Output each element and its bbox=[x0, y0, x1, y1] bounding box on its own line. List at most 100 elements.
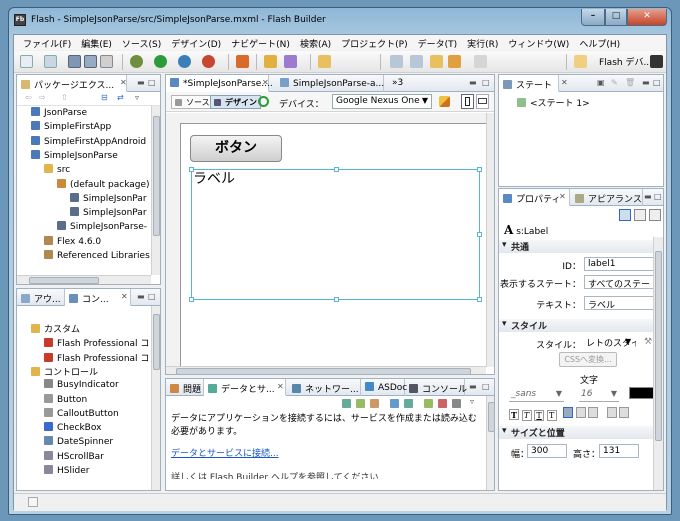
back-icon[interactable] bbox=[448, 55, 461, 68]
alpha-view-icon[interactable] bbox=[649, 209, 661, 221]
menu-item-8[interactable]: 実行(R) bbox=[462, 35, 503, 50]
view-menu-icon[interactable]: ▿ bbox=[135, 93, 139, 102]
wand-icon[interactable] bbox=[284, 55, 297, 68]
minimize-view-icon[interactable]: ▬ bbox=[644, 192, 652, 201]
menu-item-6[interactable]: プロジェクト(P) bbox=[336, 35, 412, 50]
tree-item[interactable]: DateSpinner bbox=[44, 436, 113, 450]
canvas-horizontal-scrollbar[interactable] bbox=[166, 366, 486, 374]
refresh-service-icon[interactable] bbox=[356, 399, 365, 408]
id-field[interactable]: label1 bbox=[584, 257, 654, 271]
connect-service-icon[interactable] bbox=[342, 399, 351, 408]
maximize-view-icon[interactable]: □ bbox=[148, 78, 156, 87]
new-dropdown-icon[interactable] bbox=[44, 55, 57, 68]
section-common[interactable]: ▾ 共通 bbox=[499, 240, 663, 253]
tree-item[interactable]: HScrollBar bbox=[44, 450, 104, 465]
section-size-position[interactable]: ▾ サイズと位置 bbox=[499, 426, 663, 439]
landscape-icon[interactable] bbox=[476, 94, 489, 109]
view-menu-icon[interactable]: ▿ bbox=[470, 397, 474, 406]
tree-item[interactable]: CalloutButton bbox=[44, 407, 119, 422]
width-field[interactable]: 300 bbox=[527, 444, 567, 458]
tab-data-services[interactable]: データとサ... bbox=[204, 379, 286, 396]
design-mode-button[interactable]: デザイン bbox=[210, 95, 261, 109]
close-tab-icon[interactable]: ✕ bbox=[121, 292, 128, 301]
tree-item[interactable]: SimpleJsonPar bbox=[70, 192, 147, 207]
manage-fiber-icon[interactable] bbox=[404, 399, 413, 408]
refresh-icon[interactable] bbox=[258, 96, 269, 107]
tab-asdoc[interactable]: ASDoc bbox=[361, 379, 407, 396]
state-field[interactable]: すべてのステート bbox=[584, 275, 654, 289]
external-tools-icon[interactable] bbox=[202, 55, 215, 68]
prev-annotation-icon[interactable] bbox=[410, 55, 423, 68]
leading-icon[interactable] bbox=[619, 407, 630, 418]
menu-item-7[interactable]: データ(T) bbox=[413, 35, 463, 50]
maximize-view-icon[interactable]: □ bbox=[653, 78, 661, 87]
align-center-icon[interactable] bbox=[575, 407, 586, 418]
tree-item[interactable]: BusyIndicator bbox=[44, 379, 119, 393]
last-edit-icon[interactable] bbox=[430, 55, 443, 68]
link-editor-icon[interactable]: ⇄ bbox=[117, 93, 124, 102]
close-tab-icon[interactable]: ✕ bbox=[277, 382, 284, 391]
new-icon[interactable] bbox=[20, 55, 33, 68]
perspective-flash-debug[interactable]: Flash デバ... bbox=[596, 54, 655, 69]
tree-item[interactable]: Flash Professional コ bbox=[44, 351, 149, 365]
save-all-icon[interactable] bbox=[84, 55, 97, 68]
filter-icon[interactable] bbox=[452, 399, 461, 408]
tree-item[interactable]: コントロール bbox=[31, 365, 98, 379]
tab-overflow[interactable]: »3 bbox=[388, 75, 414, 92]
tab-network-monitor[interactable]: ネットワー... bbox=[288, 379, 361, 396]
minimize-view-icon[interactable]: ▬ bbox=[137, 292, 145, 301]
height-field[interactable]: 131 bbox=[599, 444, 639, 458]
tab-package-explorer[interactable]: パッケージエクス... bbox=[17, 75, 127, 92]
tree-item[interactable]: CheckBox bbox=[44, 422, 101, 436]
chevron-down-icon[interactable]: ▼ bbox=[625, 337, 631, 346]
profile-icon[interactable] bbox=[178, 55, 191, 68]
tab-problems[interactable]: 問題 bbox=[166, 379, 204, 396]
tree-item[interactable]: Flex 4.6.0 bbox=[44, 235, 101, 250]
font-size-select[interactable]: 16 ▼ bbox=[579, 388, 619, 402]
align-justify-icon[interactable] bbox=[606, 407, 617, 418]
edit-state-icon[interactable]: ✎ bbox=[611, 78, 618, 87]
tree-item[interactable]: src bbox=[44, 164, 70, 178]
bold-icon[interactable]: T bbox=[509, 409, 519, 420]
package-horizontal-scrollbar[interactable] bbox=[17, 275, 151, 284]
close-tab-icon[interactable]: ✕ bbox=[559, 192, 566, 201]
portrait-icon[interactable] bbox=[461, 94, 474, 109]
flash-perspective-icon[interactable] bbox=[650, 55, 663, 68]
tree-item[interactable]: SimpleJsonParse- bbox=[57, 221, 147, 235]
close-tab-icon[interactable]: ✕ bbox=[561, 78, 568, 87]
minimize-button[interactable]: – bbox=[581, 9, 605, 26]
source-mode-button[interactable]: ソース bbox=[171, 95, 214, 109]
standard-view-icon[interactable] bbox=[619, 209, 631, 221]
minimize-view-icon[interactable]: ▬ bbox=[137, 78, 145, 87]
configure-types-icon[interactable] bbox=[370, 399, 379, 408]
open-type-icon[interactable] bbox=[264, 55, 277, 68]
minimize-view-icon[interactable]: ▬ bbox=[469, 78, 477, 87]
package-vertical-scrollbar[interactable] bbox=[151, 106, 160, 275]
tree-item[interactable]: SimpleJsonPar bbox=[70, 207, 147, 221]
align-left-icon[interactable] bbox=[563, 407, 574, 418]
maximize-view-icon[interactable]: □ bbox=[148, 292, 156, 301]
save-icon[interactable] bbox=[68, 55, 81, 68]
convert-css-button[interactable]: CSSへ変換... bbox=[559, 352, 617, 367]
tree-item[interactable]: Button bbox=[44, 393, 87, 408]
section-style[interactable]: ▾ スタイル bbox=[499, 319, 663, 332]
open-perspective-icon[interactable] bbox=[574, 55, 587, 68]
device-select[interactable]: Google Nexus One ▼ bbox=[332, 94, 432, 109]
menu-item-1[interactable]: 編集(E) bbox=[76, 35, 117, 50]
menu-item-3[interactable]: デザイン(D) bbox=[166, 35, 226, 50]
forward-icon[interactable]: ⇨ bbox=[39, 93, 46, 102]
components-vertical-scrollbar[interactable] bbox=[151, 306, 160, 490]
print-icon[interactable] bbox=[100, 55, 113, 68]
underline-icon[interactable]: T bbox=[534, 410, 545, 421]
strike-icon[interactable]: T bbox=[546, 410, 557, 421]
generate-form-icon[interactable] bbox=[390, 399, 399, 408]
collapse-all-icon[interactable]: ⊟ bbox=[101, 93, 108, 102]
canvas-vertical-scrollbar[interactable] bbox=[486, 113, 494, 367]
tree-item[interactable]: Referenced Libraries bbox=[44, 250, 150, 264]
connect-data-link[interactable]: データとサービスに接続... bbox=[171, 446, 279, 459]
menu-item-4[interactable]: ナビゲート(N) bbox=[226, 35, 295, 50]
test-operation-icon[interactable] bbox=[424, 399, 433, 408]
tree-item[interactable]: カスタム bbox=[31, 322, 80, 336]
menu-item-10[interactable]: ヘルプ(H) bbox=[574, 35, 625, 50]
tree-item[interactable]: SimpleFirstApp bbox=[31, 121, 111, 135]
